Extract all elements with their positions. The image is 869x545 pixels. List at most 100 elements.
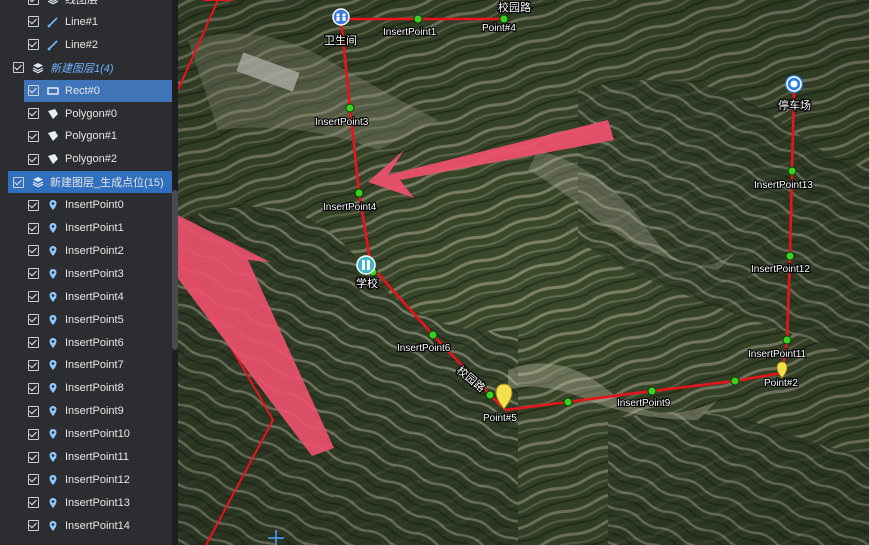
label-insertpoint3: InsertPoint3 [315, 117, 369, 128]
visibility-checkbox[interactable] [28, 85, 39, 97]
map-pin-icon [47, 359, 59, 371]
layer-tree-item-label: InsertPoint14 [65, 519, 130, 532]
layer-tree-item-label: InsertPoint13 [65, 496, 130, 509]
label-parking: 停车场 [778, 98, 811, 112]
layer-tree-item-label: InsertPoint7 [65, 359, 124, 372]
visibility-checkbox[interactable] [28, 16, 39, 28]
visibility-checkbox[interactable] [13, 62, 24, 74]
layer-tree-item[interactable]: InsertPoint5 [0, 309, 170, 331]
layer-tree-item[interactable]: InsertPoint3 [0, 263, 170, 285]
layer-tree-item[interactable]: InsertPoint2 [0, 240, 170, 262]
parking-pin-icon[interactable] [784, 75, 803, 93]
map-pin-icon [47, 268, 59, 280]
layer-tree-item-label: InsertPoint8 [65, 382, 124, 395]
vertex-insertpoint6 [428, 330, 438, 340]
vertex-road [485, 390, 495, 400]
layer-tree-item[interactable]: InsertPoint0 [0, 194, 170, 216]
layer-tree-item-label: InsertPoint11 [65, 451, 130, 463]
layer-tree-item[interactable]: InsertPoint7 [0, 354, 170, 376]
vertex-point4 [499, 14, 509, 24]
map-pin-icon [47, 314, 59, 326]
map-pin-icon [47, 291, 59, 303]
visibility-checkbox[interactable] [28, 314, 39, 326]
layer-tree-item-label: Polygon#2 [65, 153, 117, 166]
visibility-checkbox[interactable] [28, 245, 39, 257]
layer-tree-item[interactable]: Polygon#1 [0, 125, 170, 147]
clinic-icon[interactable] [332, 8, 350, 26]
map-pin-icon [47, 520, 59, 532]
satellite-map-view[interactable]: 卫生间 校园路 停车场 学校 校园路 InsertPoint1 Point#4 … [178, 0, 869, 545]
school-icon[interactable] [356, 255, 376, 275]
layer-tree-item[interactable]: InsertPoint8 [0, 377, 170, 399]
layer-tree-item[interactable]: InsertPoint9 [0, 400, 170, 422]
visibility-checkbox[interactable] [28, 108, 39, 119]
layer-tree-item[interactable]: Line#1 [0, 11, 170, 33]
layer-tree-item-label: Polygon#0 [65, 107, 117, 120]
layer-tree-item-label: InsertPoint9 [65, 405, 124, 418]
layer-tree-item[interactable]: Polygon#2 [0, 148, 170, 170]
layer-tree-item[interactable]: Rect#0 [24, 79, 174, 102]
layer-tree-item-label: Rect#0 [65, 84, 100, 97]
layer-tree-item-label: InsertPoint10 [65, 428, 130, 441]
map-pin-icon [47, 428, 59, 440]
layer-tree-item[interactable]: InsertPoint13 [0, 492, 170, 514]
label-insertpoint13: InsertPoint13 [754, 180, 813, 191]
vertex-insertpoint9 [647, 386, 657, 396]
label-point2-hash: Point#2 [764, 378, 798, 389]
visibility-checkbox[interactable] [28, 0, 39, 5]
layer-tree-item[interactable]: InsertPoint12 [0, 469, 170, 491]
visibility-checkbox[interactable] [28, 39, 39, 51]
layer-tree-item-label: InsertPoint1 [65, 222, 124, 234]
layer-tree-item[interactable]: Line#2 [0, 34, 170, 56]
layer-tree-item[interactable]: InsertPoint10 [0, 423, 170, 445]
visibility-checkbox[interactable] [13, 176, 24, 188]
layer-tree-item[interactable]: 新建图层_生成点位(15) [8, 171, 175, 194]
layer-tree-item-label: InsertPoint2 [65, 244, 124, 257]
layer-tree-item-label: 新建图层_生成点位(15) [50, 177, 164, 190]
layer-tree-item[interactable]: InsertPoint14 [0, 515, 170, 537]
visibility-checkbox[interactable] [28, 474, 39, 486]
visibility-checkbox[interactable] [28, 405, 39, 417]
line-icon [47, 39, 59, 51]
visibility-checkbox[interactable] [28, 382, 39, 394]
vertex-insertpoint12 [785, 251, 795, 261]
visibility-checkbox[interactable] [28, 222, 39, 234]
layer-tree-item[interactable]: 新建图层1(4) [0, 57, 170, 79]
label-insertpoint12: InsertPoint12 [751, 264, 810, 275]
visibility-checkbox[interactable] [28, 291, 39, 303]
label-insertpoint1: InsertPoint1 [383, 27, 437, 38]
visibility-checkbox[interactable] [28, 268, 39, 280]
layer-stack-icon [32, 176, 44, 188]
visibility-checkbox[interactable] [28, 199, 39, 211]
visibility-checkbox[interactable] [28, 337, 39, 348]
visibility-checkbox[interactable] [28, 520, 39, 532]
visibility-checkbox[interactable] [28, 451, 39, 463]
layer-tree-item-label: InsertPoint6 [65, 336, 124, 349]
layer-tree-item[interactable]: InsertPoint11 [0, 446, 170, 468]
vertex-insertpoint4 [354, 188, 364, 198]
layer-tree-item[interactable]: InsertPoint6 [0, 332, 170, 354]
visibility-checkbox[interactable] [28, 359, 39, 371]
label-point5-hash: Point#5 [483, 413, 517, 424]
layer-tree-item-label: InsertPoint12 [65, 473, 130, 486]
visibility-checkbox[interactable] [28, 497, 39, 509]
layer-tree-item-label: 线图层 [65, 0, 98, 6]
layer-tree-item[interactable]: Polygon#0 [0, 103, 170, 125]
visibility-checkbox[interactable] [28, 153, 39, 165]
layer-tree-item-label: Polygon#1 [65, 130, 117, 143]
layer-tree-item[interactable]: InsertPoint1 [0, 217, 170, 239]
label-insertpoint6: InsertPoint6 [397, 343, 451, 354]
visibility-checkbox[interactable] [28, 130, 39, 142]
layer-tree-item[interactable]: InsertPoint4 [0, 286, 170, 308]
layer-tree-item-label: InsertPoint3 [65, 267, 124, 280]
layer-tree-item-label: InsertPoint0 [65, 199, 124, 212]
line-icon [47, 16, 59, 28]
rect-icon [47, 85, 59, 97]
layer-tree-item-label: InsertPoint5 [65, 313, 124, 326]
map-pin-icon [47, 382, 59, 394]
map-pin-icon [47, 497, 59, 509]
map-canvas[interactable]: 卫生间 校园路 停车场 学校 校园路 InsertPoint1 Point#4 … [178, 0, 869, 545]
visibility-checkbox[interactable] [28, 428, 39, 440]
layer-tree-item[interactable]: 线图层 [0, 0, 170, 10]
polygon-icon [47, 130, 59, 142]
